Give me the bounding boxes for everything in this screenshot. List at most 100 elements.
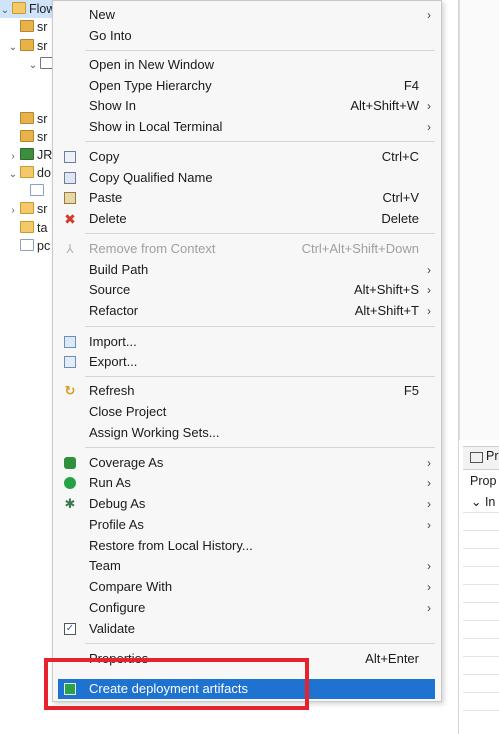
menu-item-label: Profile As: [89, 517, 144, 532]
properties-row-divider: [463, 620, 499, 621]
tree-item-label: do: [37, 166, 51, 180]
properties-row-divider: [463, 692, 499, 693]
properties-row-divider: [463, 656, 499, 657]
menu-item-label: Go Into: [89, 28, 132, 43]
menu-item-properties[interactable]: Properties Alt+Enter: [53, 649, 441, 669]
menu-separator: [85, 447, 435, 448]
collapse-arrow-icon[interactable]: ›: [8, 202, 18, 220]
menu-item-paste[interactable]: Paste Ctrl+V: [53, 188, 441, 208]
menu-item-build-path[interactable]: Build Path ›: [53, 260, 441, 280]
menu-item-go-into[interactable]: Go Into: [53, 26, 441, 46]
debug-bug-icon: ✱: [64, 496, 76, 511]
tree-item[interactable]: sr: [0, 110, 47, 128]
menu-separator: [85, 376, 435, 377]
menu-item-show-in-local-terminal[interactable]: Show in Local Terminal ›: [53, 117, 441, 137]
properties-section[interactable]: ⌄ In: [471, 494, 495, 509]
menu-item-create-deployment-artifacts[interactable]: Create deployment artifacts: [58, 679, 435, 699]
menu-separator: [85, 141, 435, 142]
tree-item[interactable]: pc: [0, 237, 50, 255]
submenu-arrow-icon: ›: [427, 601, 431, 615]
menu-item-label: Paste: [89, 190, 123, 205]
submenu-arrow-icon: ›: [427, 456, 431, 470]
menu-item-label: Restore from Local History...: [89, 538, 253, 553]
refresh-icon: ↻: [64, 383, 76, 398]
menu-item-copy[interactable]: Copy Ctrl+C: [53, 147, 441, 167]
paste-icon: [64, 192, 76, 204]
properties-row-divider: [463, 566, 499, 567]
properties-tab-label: Pr: [486, 449, 499, 463]
menu-item-label: Coverage As: [89, 455, 164, 470]
menu-item-team[interactable]: Team ›: [53, 556, 441, 576]
menu-item-label: Assign Working Sets...: [89, 425, 220, 440]
shortcut-label: Ctrl+Alt+Shift+Down: [301, 241, 419, 256]
menu-item-label: Refactor: [89, 303, 139, 318]
menu-item-import[interactable]: Import...: [53, 332, 441, 352]
menu-item-new[interactable]: New ›: [53, 5, 441, 25]
menu-item-compare-with[interactable]: Compare With ›: [53, 577, 441, 597]
checkbox-icon[interactable]: ✓: [64, 623, 76, 635]
menu-item-refactor[interactable]: Refactor Alt+Shift+T ›: [53, 301, 441, 321]
source-folder-icon: [20, 130, 34, 142]
menu-item-remove-from-context: ⅄ Remove from Context Ctrl+Alt+Shift+Dow…: [53, 239, 441, 259]
copy-icon: [64, 151, 76, 163]
menu-item-refresh[interactable]: ↻ Refresh F5: [53, 381, 441, 401]
remove-context-icon: ⅄: [66, 242, 74, 256]
tree-item[interactable]: [0, 182, 47, 200]
menu-item-assign-working-sets[interactable]: Assign Working Sets...: [53, 423, 441, 443]
tree-item[interactable]: › JR: [0, 146, 52, 164]
tree-item-label: sr: [37, 202, 48, 216]
tree-item[interactable]: sr: [0, 18, 47, 36]
tree-item[interactable]: ⌄ do: [0, 164, 51, 182]
shortcut-label: Alt+Enter: [365, 651, 419, 666]
tree-item[interactable]: ⌄: [0, 55, 57, 73]
tree-item[interactable]: › sr: [0, 200, 47, 218]
tree-item-label: sr: [37, 39, 48, 53]
menu-item-label: Import...: [89, 334, 137, 349]
submenu-arrow-icon: ›: [427, 476, 431, 490]
properties-row-divider: [463, 548, 499, 549]
properties-label: Prop: [470, 474, 497, 488]
menu-item-configure[interactable]: Configure ›: [53, 598, 441, 618]
tree-item-label: sr: [37, 20, 48, 34]
tree-item-label: sr: [37, 112, 48, 126]
tree-item[interactable]: ta: [0, 219, 47, 237]
menu-item-copy-qualified-name[interactable]: Copy Qualified Name: [53, 168, 441, 188]
tree-item[interactable]: ⌄ sr: [0, 37, 47, 55]
tree-item-label: pc: [37, 239, 51, 253]
menu-item-open-type-hierarchy[interactable]: Open Type Hierarchy F4: [53, 76, 441, 96]
menu-separator: [85, 326, 435, 327]
menu-item-profile-as[interactable]: Profile As ›: [53, 515, 441, 535]
folder-icon: [20, 202, 34, 214]
shortcut-label: Alt+Shift+S: [353, 282, 419, 297]
file-icon: [30, 184, 44, 196]
menu-item-open-in-new-window[interactable]: Open in New Window: [53, 55, 441, 75]
menu-item-coverage-as[interactable]: Coverage As ›: [53, 453, 441, 473]
properties-row-divider: [463, 584, 499, 585]
menu-item-label: Validate: [89, 621, 136, 636]
tree-item-label: sr: [37, 130, 48, 144]
menu-item-label: Copy Qualified Name: [89, 170, 213, 185]
menu-item-export[interactable]: Export...: [53, 352, 441, 372]
tree-item-project[interactable]: ⌄ Flow: [0, 0, 60, 18]
shortcut-label: Ctrl+V: [382, 190, 419, 205]
expand-arrow-icon[interactable]: ⌄: [28, 57, 38, 75]
menu-item-debug-as[interactable]: ✱ Debug As ›: [53, 494, 441, 514]
menu-item-run-as[interactable]: Run As ›: [53, 473, 441, 493]
submenu-arrow-icon: ›: [427, 283, 431, 297]
source-folder-icon: [20, 112, 34, 124]
menu-item-label: Team: [89, 558, 121, 573]
folder-icon: [20, 166, 34, 178]
menu-item-show-in[interactable]: Show In Alt+Shift+W ›: [53, 96, 441, 116]
submenu-arrow-icon: ›: [427, 99, 431, 113]
menu-item-label: Delete: [89, 211, 127, 226]
menu-item-validate[interactable]: ✓ Validate: [53, 619, 441, 639]
menu-item-source[interactable]: Source Alt+Shift+S ›: [53, 280, 441, 300]
menu-item-delete[interactable]: ✖ Delete Delete: [53, 209, 441, 229]
shortcut-label: Alt+Shift+T: [354, 303, 419, 318]
menu-item-restore-from-local-history[interactable]: Restore from Local History...: [53, 536, 441, 556]
submenu-arrow-icon: ›: [427, 559, 431, 573]
properties-row-divider: [463, 530, 499, 531]
tree-item[interactable]: sr: [0, 128, 47, 146]
menu-item-close-project[interactable]: Close Project: [53, 402, 441, 422]
editor-area: [459, 0, 499, 440]
